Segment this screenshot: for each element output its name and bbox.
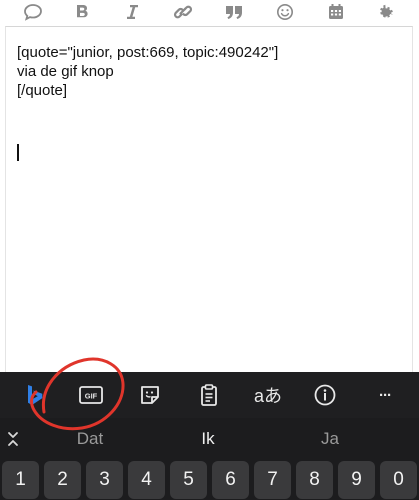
keyboard-toolbar: GIF aあ ··· xyxy=(0,372,419,418)
key-8[interactable]: 8 xyxy=(296,461,333,499)
key-0[interactable]: 0 xyxy=(380,461,417,499)
quote-icon[interactable] xyxy=(222,2,246,22)
bold-icon[interactable] xyxy=(70,2,94,22)
collapse-keyboard-icon[interactable] xyxy=(4,428,22,450)
more-icon[interactable]: ··· xyxy=(369,382,401,408)
key-7[interactable]: 7 xyxy=(254,461,291,499)
sticker-icon[interactable] xyxy=(134,382,166,408)
key-5[interactable]: 5 xyxy=(170,461,207,499)
clipboard-icon[interactable] xyxy=(193,382,225,408)
calendar-icon[interactable] xyxy=(324,2,348,22)
on-screen-keyboard: GIF aあ ··· Dat Ik Ja 1 2 3 4 5 6 7 8 9 0 xyxy=(0,372,419,500)
key-2[interactable]: 2 xyxy=(44,461,81,499)
gif-icon[interactable]: GIF xyxy=(75,382,107,408)
editor-content[interactable]: [quote="junior, post:669, topic:490242"]… xyxy=(17,43,407,100)
link-icon[interactable] xyxy=(171,2,195,22)
gear-icon[interactable] xyxy=(374,2,398,22)
translate-icon[interactable]: aあ xyxy=(251,382,285,408)
key-9[interactable]: 9 xyxy=(338,461,375,499)
key-4[interactable]: 4 xyxy=(128,461,165,499)
key-6[interactable]: 6 xyxy=(212,461,249,499)
svg-text:GIF: GIF xyxy=(85,392,98,401)
reply-editor[interactable]: [quote="junior, post:669, topic:490242"]… xyxy=(5,26,413,372)
italic-icon[interactable] xyxy=(120,2,144,22)
key-3[interactable]: 3 xyxy=(86,461,123,499)
suggestion-left[interactable]: Dat xyxy=(60,428,120,450)
reply-icon[interactable] xyxy=(21,2,45,22)
composer-toolbar xyxy=(0,0,419,26)
text-cursor xyxy=(17,144,19,161)
suggestion-strip: Dat Ik Ja xyxy=(0,424,419,454)
emoji-icon[interactable] xyxy=(273,2,297,22)
number-key-row: 1 2 3 4 5 6 7 8 9 0 xyxy=(0,461,419,500)
bing-icon[interactable] xyxy=(18,382,50,408)
suggestion-middle[interactable]: Ik xyxy=(178,428,238,450)
info-icon[interactable] xyxy=(309,382,341,408)
suggestion-right[interactable]: Ja xyxy=(300,428,360,450)
key-1[interactable]: 1 xyxy=(2,461,39,499)
